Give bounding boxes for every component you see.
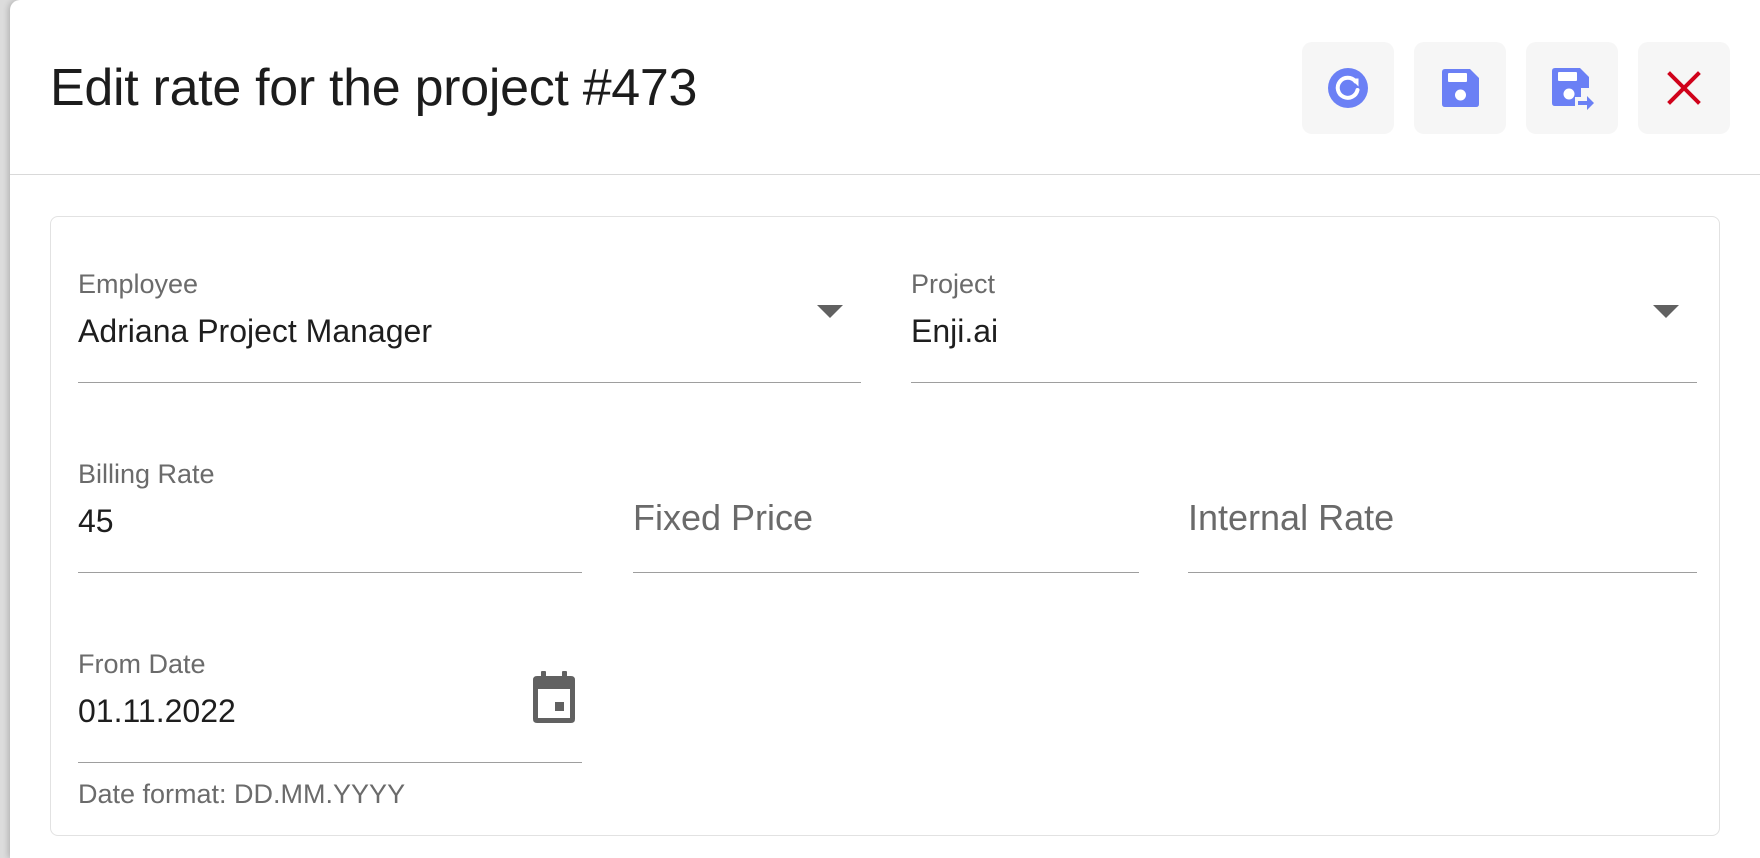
close-icon	[1667, 71, 1701, 105]
calendar-icon	[533, 671, 575, 723]
date-format-hint: Date format: DD.MM.YYYY	[78, 779, 406, 809]
calendar-button[interactable]	[528, 669, 580, 725]
from-date-value: 01.11.2022	[78, 693, 236, 729]
chevron-down-icon[interactable]	[1653, 305, 1679, 318]
project-select[interactable]: Project Enji.ai	[911, 269, 1697, 383]
internal-rate-placeholder: Internal Rate	[1188, 497, 1395, 538]
employee-select[interactable]: Employee Adriana Project Manager	[78, 269, 861, 383]
close-button[interactable]	[1638, 42, 1730, 134]
project-value: Enji.ai	[911, 313, 999, 349]
refresh-icon	[1328, 68, 1368, 108]
save-button[interactable]	[1414, 42, 1506, 134]
billing-rate-label: Billing Rate	[78, 459, 215, 489]
employee-value: Adriana Project Manager	[78, 313, 432, 349]
employee-label: Employee	[78, 269, 199, 299]
save-icon	[1442, 69, 1479, 107]
internal-rate-field[interactable]: Internal Rate	[1188, 459, 1697, 573]
chevron-down-icon[interactable]	[817, 305, 843, 318]
rate-form-card: Employee Adriana Project Manager Project…	[50, 216, 1720, 836]
edit-rate-dialog: Edit rate for the project #473 Employee …	[10, 0, 1760, 858]
dialog-title: Edit rate for the project #473	[50, 59, 698, 117]
fixed-price-field[interactable]: Fixed Price	[633, 459, 1139, 573]
save-and-close-button[interactable]	[1526, 42, 1618, 134]
dialog-header: Edit rate for the project #473	[10, 0, 1760, 175]
fixed-price-placeholder: Fixed Price	[633, 497, 814, 538]
billing-rate-value: 45	[78, 503, 114, 539]
billing-rate-field[interactable]: Billing Rate 45	[78, 459, 582, 573]
save-and-close-icon	[1552, 68, 1594, 110]
dialog-actions	[1302, 42, 1730, 134]
refresh-button[interactable]	[1302, 42, 1394, 134]
from-date-field[interactable]: From Date 01.11.2022	[78, 649, 582, 763]
project-label: Project	[911, 269, 996, 299]
from-date-label: From Date	[78, 649, 206, 679]
